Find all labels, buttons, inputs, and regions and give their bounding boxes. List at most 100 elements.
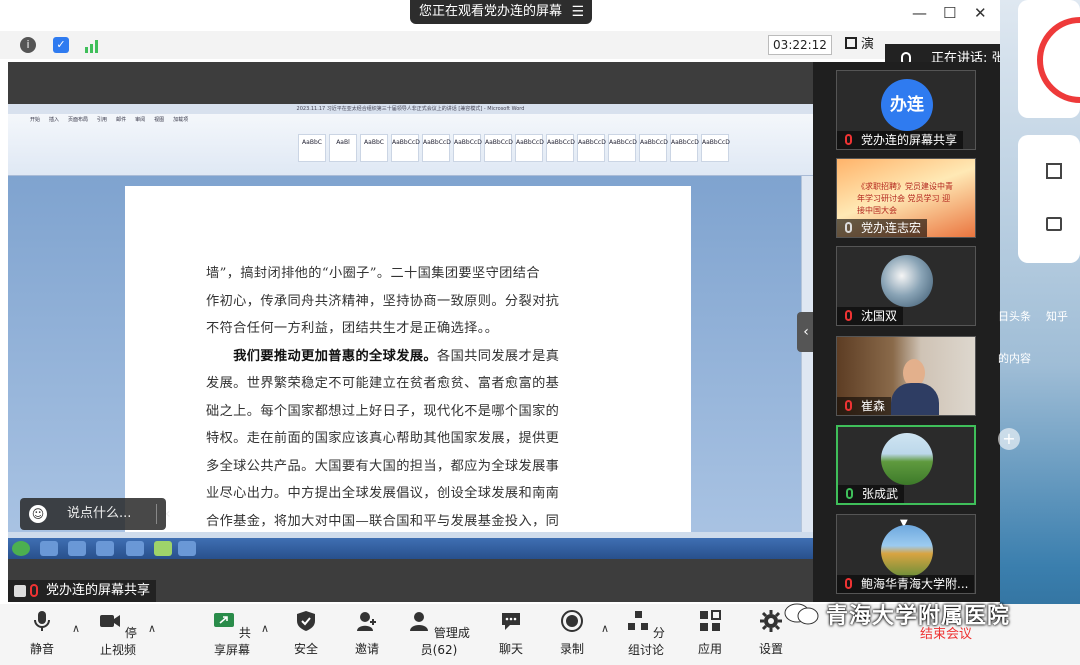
ring-icon (1037, 17, 1080, 103)
meeting-timer: 03:22:12 (768, 35, 832, 55)
muted-mic-icon (30, 584, 38, 597)
participant-tile[interactable]: ▼ 鲍海华青海大学附... (836, 514, 976, 594)
avatar (881, 433, 933, 485)
ribbon-tab[interactable]: 视图 (154, 117, 164, 123)
participant-tile[interactable]: 办连 党办连的屏幕共享 (836, 70, 976, 150)
participant-name-text: 党办连的屏幕共享 (861, 133, 958, 147)
style-sample[interactable]: AaBbCcD (422, 134, 451, 162)
participant-name: 崔森 (837, 397, 892, 415)
record-label: 录制 (559, 642, 584, 656)
signal-icon[interactable] (85, 38, 101, 53)
participant-tile-active[interactable]: 张成武 (836, 425, 976, 505)
style-sample[interactable]: AaBbCcD (453, 134, 482, 162)
chat-button[interactable]: 聊天 (497, 606, 525, 657)
paragraph-1: 墙”，搞封闭排他的“小圈子”。二十国集团要坚守团结合 作初心，传承同舟共济精神，坚… (206, 260, 606, 343)
style-sample[interactable]: AaBbCcD (546, 134, 575, 162)
text-line: 作初心，传承同舟共济精神，坚持协商一致原则。分裂对抗 (206, 293, 560, 309)
record-button[interactable]: 录制 (558, 606, 586, 657)
invite-label: 邀请 (354, 642, 379, 656)
gear-icon (760, 610, 782, 632)
participant-tile[interactable]: 沈国双 (836, 246, 976, 326)
crop-icon[interactable] (1046, 163, 1062, 179)
avatar (881, 255, 933, 307)
chevron-up-icon[interactable]: ∧ (601, 622, 609, 635)
style-sample[interactable]: AaBbCcD (515, 134, 544, 162)
security-button[interactable]: 安全 (292, 606, 320, 657)
record-icon (561, 610, 583, 632)
info-icon[interactable]: i (20, 37, 36, 53)
breakout-icon (628, 611, 649, 630)
participant-tile[interactable]: 《求职招聘》党员建设中青年学习研讨会 党员学习 迎接中国大会 党办连志宏 (836, 158, 976, 238)
style-sample[interactable]: AaBbCcD (701, 134, 730, 162)
browser-card (1018, 135, 1080, 263)
participant-name: 沈国双 (837, 307, 904, 325)
style-sample[interactable]: AaBbC (360, 134, 388, 162)
invite-button[interactable]: 邀请 (353, 606, 381, 657)
participant-name: 张成武 (838, 485, 905, 503)
maximize-button[interactable]: ☐ (943, 4, 956, 22)
breakout-button[interactable]: 分组讨论 (622, 606, 670, 658)
style-sample[interactable]: AaBbCcD (484, 134, 513, 162)
text-line: 特权。走在前面的国家应该真心帮助其他国家发展，提供更 (206, 431, 560, 446)
text-line: 业尽心出力。中方提出全球发展倡议，创设全球发展和南南 (206, 486, 560, 501)
participant-name: 党办连志宏 (837, 219, 928, 237)
chevron-up-icon[interactable]: ∧ (72, 622, 80, 635)
browser-tab[interactable]: 日头条 (998, 308, 1031, 324)
start-icon (12, 541, 30, 556)
avatar (881, 525, 933, 577)
style-sample[interactable]: AaBl (329, 134, 357, 162)
ribbon-tab[interactable]: 引用 (97, 117, 107, 123)
browser-tab[interactable]: 知乎 (1046, 308, 1068, 324)
chevron-left-icon[interactable]: ‹ (165, 498, 171, 530)
chat-input[interactable]: ☺ 说点什么... ‹ (20, 498, 171, 530)
video-camera-icon (100, 615, 121, 627)
ribbon-tab[interactable]: 页面布局 (68, 117, 88, 123)
share-label-text: 党办连的屏幕共享 (46, 583, 151, 598)
ribbon-tab[interactable]: 插入 (49, 117, 59, 123)
style-sample[interactable]: AaBbCcD (608, 134, 637, 162)
video-icon[interactable] (1046, 217, 1062, 231)
paragraph-heading-rest: 各国共同发展才是真 (437, 348, 560, 364)
stop-video-button[interactable]: 停止视频 (94, 606, 142, 658)
text-line: 多全球公共产品。大国要有大国的担当，都应为全球发展事 (206, 458, 560, 474)
mute-label: 静音 (29, 642, 54, 656)
ribbon-tab[interactable]: 加载项 (173, 117, 188, 123)
ribbon-tab[interactable]: 开始 (30, 117, 40, 123)
participant-tile[interactable]: 崔森 (836, 336, 976, 416)
manage-members-button[interactable]: 管理成员(62) (404, 606, 474, 658)
viewing-banner[interactable]: 您正在观看党办连的屏幕 ☰ (410, 0, 592, 24)
style-sample[interactable]: AaBbCcD (639, 134, 668, 162)
add-user-icon (357, 612, 376, 631)
apps-button[interactable]: 应用 (696, 606, 724, 657)
mic-icon (846, 488, 853, 499)
view-menu-icon[interactable]: ☰ (571, 0, 584, 24)
chat-placeholder: 说点什么... (67, 506, 132, 521)
settings-button[interactable]: 设置 (757, 606, 785, 657)
muted-mic-icon (845, 134, 852, 145)
style-sample[interactable]: AaBbCcD (577, 134, 606, 162)
close-button[interactable]: ✕ (974, 4, 987, 22)
minimize-button[interactable]: — (912, 4, 927, 22)
paragraph-2-lead: 我们要推动更加普惠的全球发展。各国共同发展才是真 (206, 343, 606, 371)
ribbon-tab[interactable]: 审阅 (135, 117, 145, 123)
viewing-banner-text: 您正在观看党办连的屏幕 (419, 4, 563, 19)
add-icon[interactable]: + (998, 428, 1020, 450)
style-sample[interactable]: AaBbC (298, 134, 326, 162)
chevron-up-icon[interactable]: ∧ (261, 622, 269, 635)
watermark-text: 青海大学附属医院 (826, 604, 1011, 629)
share-screen-button[interactable]: 共享屏幕 (208, 606, 256, 658)
mute-button[interactable]: 静音 (24, 606, 60, 657)
emoji-icon[interactable]: ☺ (29, 505, 47, 523)
chevron-up-icon[interactable]: ∧ (148, 622, 156, 635)
text-line: 合作基金，将加大对中国—联合国和平与发展基金投入，同 (206, 513, 560, 529)
style-sample[interactable]: AaBbCcD (670, 134, 699, 162)
participant-name-text: 党办连志宏 (861, 221, 922, 235)
apps-icon (700, 610, 721, 631)
participant-name: 党办连的屏幕共享 (837, 131, 964, 149)
shield-icon[interactable]: ✓ (53, 37, 69, 53)
taskbar-app-icon (126, 541, 144, 556)
taskbar (8, 538, 813, 559)
ribbon-tab[interactable]: 邮件 (116, 117, 126, 123)
style-sample[interactable]: AaBbCcD (391, 134, 420, 162)
document-text: 墙”，搞封闭排他的“小圈子”。二十国集团要坚守团结合 作初心，传承同舟共济精神，坚… (206, 260, 606, 535)
